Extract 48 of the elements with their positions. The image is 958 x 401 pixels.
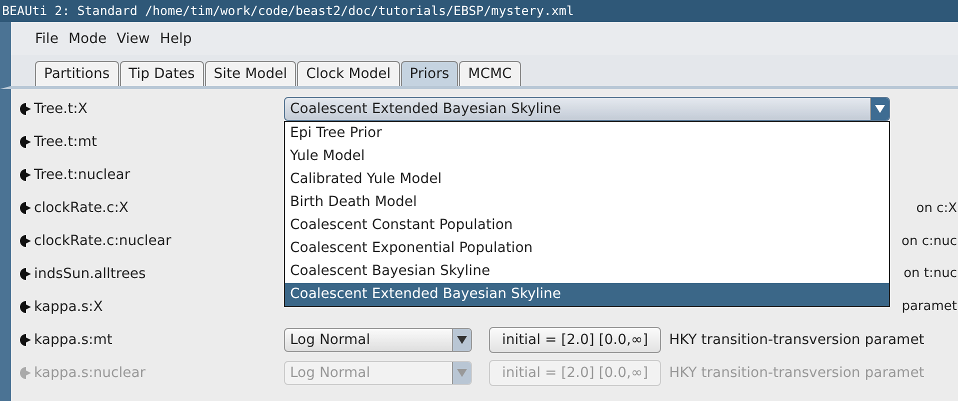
parameter-label: indsSun.alltrees [34, 266, 146, 282]
dropdown-option[interactable]: Yule Model [285, 145, 889, 168]
expand-icon[interactable] [19, 332, 33, 347]
description-text: HKY transition-transversion paramet [669, 364, 924, 381]
expand-icon[interactable] [19, 102, 33, 116]
description-text: HKY transition-transversion paramet [669, 332, 924, 348]
window-title: BEAUti 2: Standard /home/tim/work/code/beast2/doc/tutorials/EBSP/mystery.xml [0, 0, 958, 22]
dropdown-option[interactable]: Coalescent Bayesian Skyline [285, 260, 889, 284]
parameter-label: Tree.t:X [34, 101, 88, 118]
expand-icon[interactable] [19, 300, 33, 314]
dropdown-option[interactable]: Coalescent Extended Bayesian Skyline [285, 283, 889, 306]
dropdown-option[interactable]: Coalescent Constant Population [285, 214, 889, 238]
dropdown-option[interactable]: Birth Death Model [285, 191, 889, 214]
dropdown-option[interactable]: Calibrated Yule Model [285, 168, 889, 192]
menu-item[interactable]: View [116, 30, 150, 46]
description-text: paramet [902, 299, 957, 314]
parameter-label: Tree.t:nuclear [34, 167, 130, 184]
dropdown-option[interactable]: Epi Tree Prior [285, 122, 889, 146]
parameter-label: clockRate.c:nuclear [34, 233, 172, 249]
parameter-label: kappa.s:mt [34, 332, 112, 348]
initial-value-button[interactable]: initial = [2.0] [0.0,∞] [489, 326, 662, 353]
expand-icon[interactable] [19, 135, 33, 150]
parameter-label: Tree.t:mt [34, 134, 97, 150]
parameter-label: kappa.s:nuclear [34, 364, 146, 381]
expand-icon[interactable] [19, 234, 33, 248]
menu-item[interactable]: File [35, 30, 58, 46]
prior-dropdown[interactable]: Log Normal [284, 328, 472, 352]
description-text: on c:nuc [902, 234, 957, 248]
expand-icon[interactable] [19, 266, 33, 281]
expand-icon[interactable] [19, 201, 33, 216]
tab[interactable]: MCMC [459, 61, 521, 86]
parameter-label: kappa.s:X [34, 298, 103, 315]
tab[interactable]: Priors [400, 61, 458, 86]
caret-icon [875, 105, 885, 114]
menu-item[interactable]: Mode [68, 30, 107, 46]
caret-icon [457, 336, 467, 344]
tab[interactable]: Site Model [204, 61, 296, 86]
tab[interactable]: Clock Model [297, 61, 400, 86]
menu-item[interactable]: Help [160, 30, 192, 46]
tab[interactable]: Partitions [35, 61, 119, 86]
tab[interactable]: Tip Dates [120, 61, 204, 86]
parameter-label: clockRate.c:X [34, 200, 129, 216]
expand-icon[interactable] [19, 168, 33, 182]
dropdown-option[interactable]: Coalescent Exponential Population [285, 237, 889, 260]
description-text: on c:X [916, 200, 957, 216]
description-text: on t:nuc [904, 266, 957, 282]
prior-dropdown[interactable]: Coalescent Extended Bayesian Skyline [284, 97, 890, 122]
caret-icon [457, 368, 467, 377]
